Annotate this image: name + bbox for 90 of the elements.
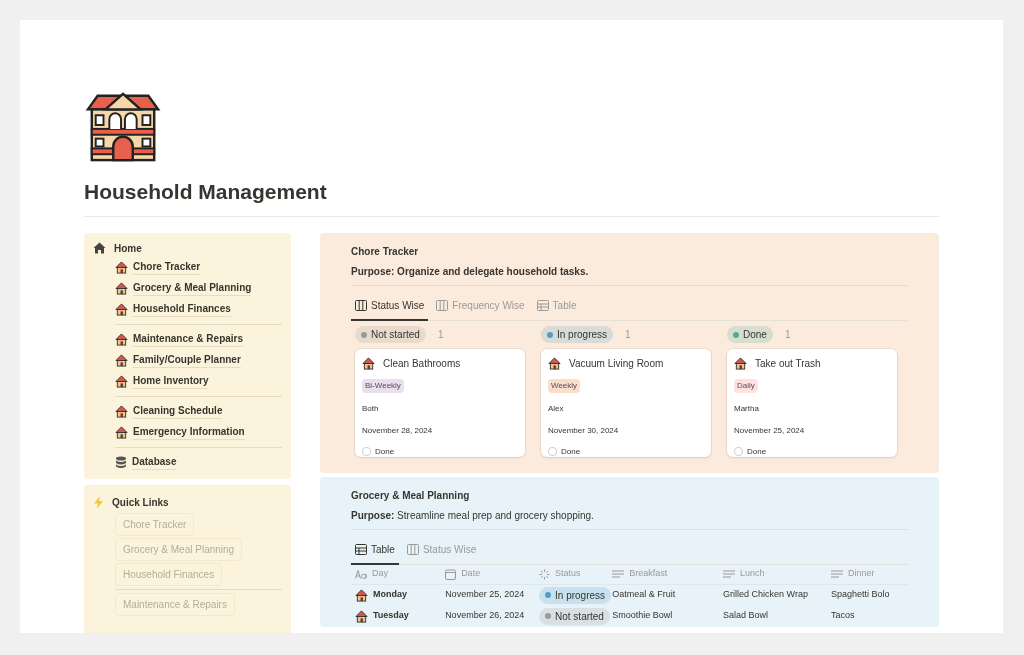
count-label: 1 (625, 328, 631, 342)
purpose-text: Purpose: Streamline meal prep and grocery shopping. (351, 507, 908, 530)
date-text: November 28, 2024 (362, 424, 434, 437)
calendar-icon (445, 568, 457, 580)
status-label: In progress (555, 588, 606, 603)
lines-icon (831, 569, 843, 579)
column-label: Breakfast (629, 567, 668, 581)
task-card[interactable]: Clean Bathrooms Bi-Weekly Both November 28, 2024 Done (355, 348, 525, 457)
section-title: Quick Links (112, 495, 169, 510)
column-label: Day (372, 567, 388, 581)
frequency-tag: Daily (734, 378, 758, 393)
lines-icon (612, 569, 625, 579)
house-icon (115, 353, 128, 367)
count-label: 1 (437, 328, 444, 342)
house-icon (115, 332, 128, 346)
frequency-tag: Weekly (548, 378, 581, 393)
nav-link[interactable]: Emergency Information (133, 424, 245, 440)
table-icon (536, 300, 549, 311)
house-icon (115, 260, 128, 274)
house-icon (355, 588, 368, 602)
table-icon (355, 543, 367, 555)
house-icon (115, 404, 128, 418)
column-label: Date (461, 567, 481, 581)
table-cell: November 25, 2024 (445, 588, 525, 602)
section-title: Grocery & Meal Planning (351, 488, 471, 503)
house-icon (115, 302, 128, 316)
home-link[interactable]: Home (114, 240, 142, 256)
page-title: Household Management (84, 179, 328, 205)
date-text: November 30, 2024 (548, 424, 620, 437)
done-checkbox[interactable] (548, 447, 557, 456)
home-icon (93, 242, 106, 254)
column-label: Dinner (848, 567, 875, 581)
table-cell: Tacos (831, 609, 855, 623)
lightning-icon (93, 495, 104, 509)
nav-link[interactable]: Household Finances (133, 301, 231, 317)
done-checkbox[interactable] (362, 447, 371, 456)
nav-link[interactable]: Database (132, 454, 177, 470)
column-label: Lunch (740, 567, 765, 581)
board-icon (436, 300, 449, 311)
status-label: Not started (555, 609, 604, 624)
house-icon (115, 374, 128, 388)
assignee-text: Martha (734, 402, 760, 415)
house-icon (355, 609, 368, 623)
done-checkbox[interactable] (734, 447, 743, 456)
status-label: In progress (557, 328, 608, 342)
nav-link[interactable]: Family/Couple Planner (133, 352, 241, 368)
status-label: Done (743, 328, 767, 342)
nav-link[interactable]: Cleaning Schedule (133, 403, 223, 419)
date-text: November 25, 2024 (734, 424, 806, 437)
table-cell: Tuesday (373, 609, 409, 623)
database-icon (115, 455, 127, 469)
house-icon (362, 356, 375, 370)
frequency-tag: Bi-Weekly (362, 378, 404, 393)
house-icon (115, 425, 128, 439)
text-type-icon (355, 569, 367, 579)
table-cell: Monday (373, 588, 407, 602)
assignee-text: Alex (548, 402, 565, 415)
section-title: Chore Tracker (351, 244, 420, 259)
board-icon (355, 299, 367, 311)
status-label: Not started (371, 328, 420, 342)
checkbox-label: Done (375, 445, 395, 457)
checkbox-label: Done (747, 445, 767, 457)
house-icon (548, 356, 561, 370)
table-cell: Salad Bowl (723, 609, 769, 623)
count-label: 1 (784, 328, 791, 342)
table-cell: November 26, 2024 (445, 609, 525, 623)
lines-icon (723, 569, 736, 579)
task-card[interactable]: Vacuum Living Room Weekly Alex November 30, 2024 Done (541, 348, 711, 457)
view-tab[interactable]: Status Wise (351, 293, 429, 321)
nav-link[interactable]: Grocery & Meal Planning (133, 280, 252, 296)
house-icon (734, 356, 747, 370)
table-cell: Smoothie Bowl (612, 609, 673, 623)
checkbox-label: Done (561, 445, 581, 457)
column-label: Status (555, 567, 581, 581)
table-cell: Spaghetti Bolo (831, 588, 890, 602)
board-icon (406, 544, 419, 555)
nav-link[interactable]: Maintenance & Repairs (133, 331, 244, 347)
task-card[interactable]: Take out Trash Daily Martha November 25, 2024 Done (727, 348, 897, 457)
status-icon (539, 568, 550, 580)
purpose-text: Purpose: Organize and delegate household tasks. (351, 263, 908, 286)
assignee-text: Both (362, 402, 380, 415)
view-tab[interactable]: Table (351, 537, 399, 565)
table-cell: Grilled Chicken Wrap (723, 588, 808, 602)
nav-link[interactable]: Chore Tracker (133, 259, 201, 275)
card-title: Take out Trash (755, 356, 821, 371)
card-title: Vacuum Living Room (569, 356, 664, 371)
nav-link[interactable]: Home Inventory (133, 373, 209, 389)
card-title: Clean Bathrooms (383, 356, 461, 371)
table-cell: Oatmeal & Fruit (612, 588, 676, 602)
house-icon (115, 281, 128, 295)
